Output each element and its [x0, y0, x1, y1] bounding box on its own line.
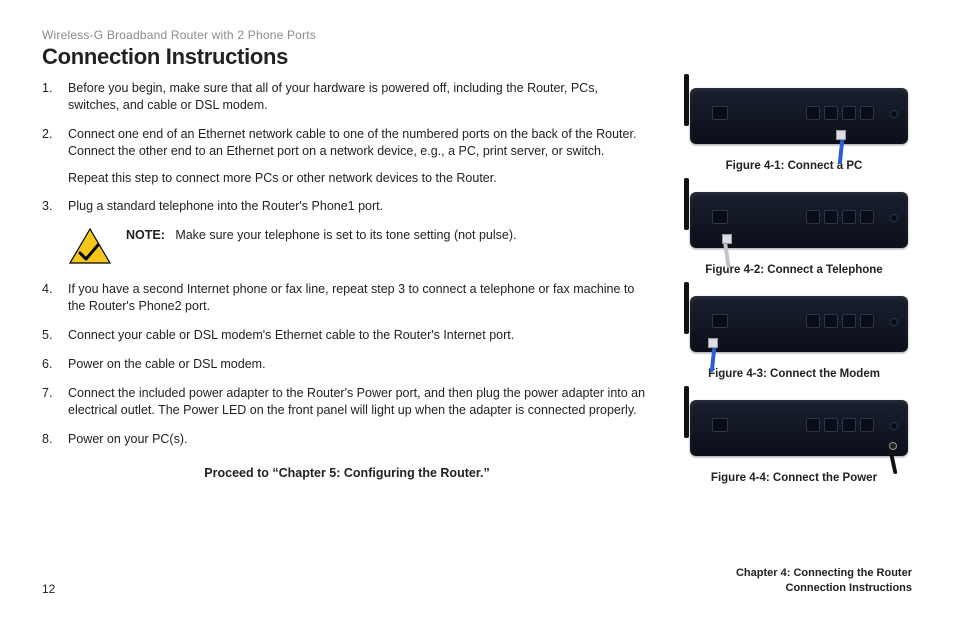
step-5: Connect your cable or DSL modem's Ethern… [42, 327, 652, 344]
instruction-list-cont: If you have a second Internet phone or f… [42, 281, 652, 447]
step-text: If you have a second Internet phone or f… [68, 282, 634, 313]
page-number: 12 [42, 582, 55, 596]
step-3: Plug a standard telephone into the Route… [42, 198, 652, 215]
figure-caption: Figure 4-1: Connect a PC [676, 160, 912, 172]
two-column-layout: Before you begin, make sure that all of … [42, 80, 912, 496]
figure-4-4: Figure 4-4: Connect the Power [676, 392, 912, 484]
step-2-repeat: Repeat this step to connect more PCs or … [68, 170, 652, 187]
chapter-title: Chapter 4: Connecting the Router [736, 566, 912, 581]
step-text: Connect one end of an Ethernet network c… [68, 127, 636, 158]
document-page: Wireless-G Broadband Router with 2 Phone… [0, 0, 954, 618]
step-2: Connect one end of an Ethernet network c… [42, 126, 652, 187]
step-text: Before you begin, make sure that all of … [68, 81, 598, 112]
step-8: Power on your PC(s). [42, 431, 652, 448]
caution-check-icon [68, 227, 112, 267]
figure-caption: Figure 4-2: Connect a Telephone [676, 264, 912, 276]
step-4: If you have a second Internet phone or f… [42, 281, 652, 315]
router-image [680, 392, 908, 466]
router-image [680, 184, 908, 258]
note-body: Make sure your telephone is set to its t… [175, 228, 516, 242]
page-footer: 12 Chapter 4: Connecting the Router Conn… [42, 566, 912, 596]
product-subheading: Wireless-G Broadband Router with 2 Phone… [42, 28, 912, 42]
step-6: Power on the cable or DSL modem. [42, 356, 652, 373]
step-1: Before you begin, make sure that all of … [42, 80, 652, 114]
figure-4-3: Figure 4-3: Connect the Modem [676, 288, 912, 380]
page-title: Connection Instructions [42, 44, 912, 70]
note-text: NOTE: Make sure your telephone is set to… [126, 227, 516, 244]
main-content: Before you begin, make sure that all of … [42, 80, 652, 496]
step-7: Connect the included power adapter to th… [42, 385, 652, 419]
proceed-link-text: Proceed to “Chapter 5: Configuring the R… [42, 465, 652, 482]
figure-4-2: Figure 4-2: Connect a Telephone [676, 184, 912, 276]
note-label: NOTE: [126, 228, 165, 242]
step-text: Connect the included power adapter to th… [68, 386, 645, 417]
router-image [680, 80, 908, 154]
chapter-footer: Chapter 4: Connecting the Router Connect… [736, 566, 912, 596]
figure-sidebar: Figure 4-1: Connect a PC Figure 4-2: Con… [676, 80, 912, 496]
step-text: Connect your cable or DSL modem's Ethern… [68, 328, 514, 342]
step-text: Power on the cable or DSL modem. [68, 357, 266, 371]
figure-caption: Figure 4-4: Connect the Power [676, 472, 912, 484]
instruction-list: Before you begin, make sure that all of … [42, 80, 652, 215]
step-text: Power on your PC(s). [68, 432, 187, 446]
note-callout: NOTE: Make sure your telephone is set to… [68, 227, 652, 267]
figure-4-1: Figure 4-1: Connect a PC [676, 80, 912, 172]
section-title: Connection Instructions [736, 581, 912, 596]
router-image [680, 288, 908, 362]
step-text: Plug a standard telephone into the Route… [68, 199, 383, 213]
